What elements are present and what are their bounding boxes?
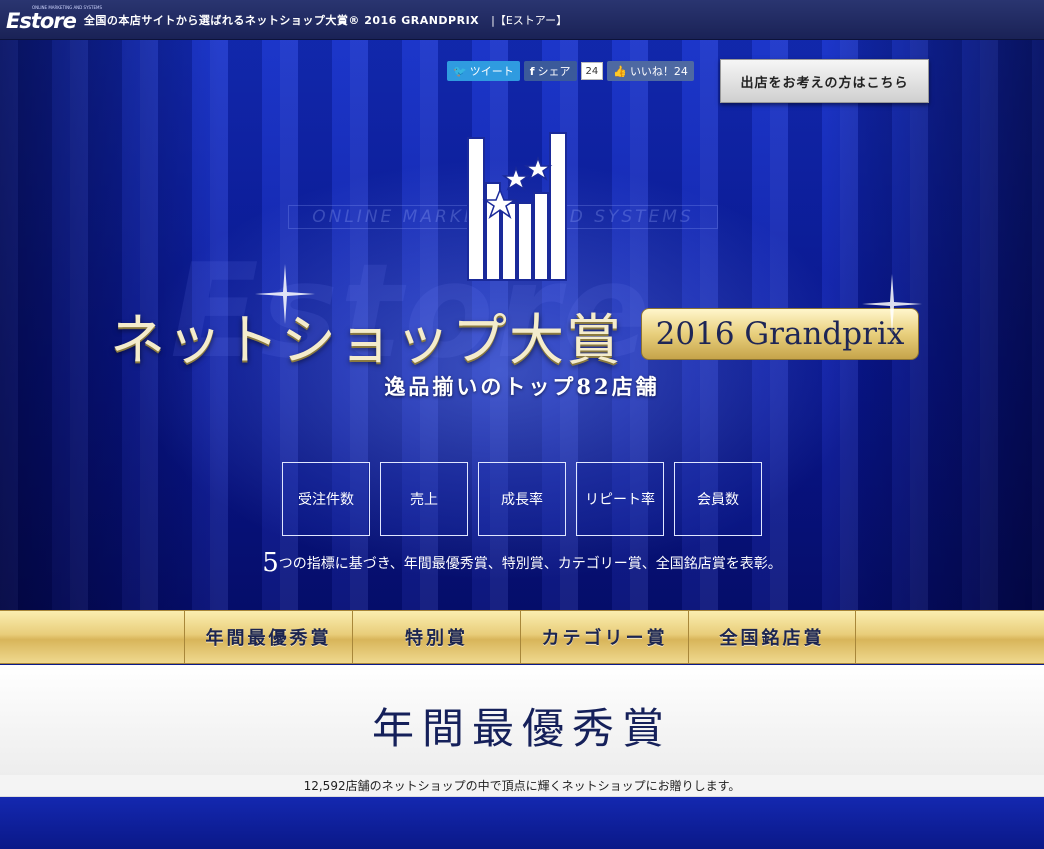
sparkle-icon	[255, 264, 315, 324]
social-buttons: 🐦 ツイート f シェア 24 👍 いいね！24	[447, 61, 694, 81]
section-title: 年間最優秀賞	[371, 704, 672, 753]
award-bars-logo-icon	[467, 132, 567, 281]
hero-caption: 5つの指標に基づき、年間最優秀賞、特別賞、カテゴリー賞、全国銘店賞を表彰。	[0, 548, 1044, 578]
caption-text: つの指標に基づき、年間最優秀賞、特別賞、カテゴリー賞、全国銘店賞を表彰。	[278, 556, 782, 572]
logo-subtext: ONLINE MARKETING AND SYSTEMS	[32, 5, 103, 10]
open-shop-button[interactable]: 出店をお考えの方はこちら	[720, 59, 929, 103]
header-tagline: 全国の本店サイトから選ばれるネットショップ大賞® 2016 GRANDPRIX	[83, 13, 480, 27]
hero-banner: Estore ONLINE MARKETING AND SYSTEMS 🐦 ツイ…	[0, 40, 1044, 610]
share-count: 24	[580, 62, 604, 80]
like-label: いいね！24	[629, 65, 688, 78]
facebook-like-button[interactable]: 👍 いいね！24	[607, 61, 694, 81]
metric-repeat: リピート率	[576, 462, 664, 536]
header-brand-link[interactable]: |【Eストアー】	[491, 12, 567, 28]
section-header: 年間最優秀賞	[0, 665, 1044, 775]
metric-growth: 成長率	[478, 462, 566, 536]
metrics-list: 受注件数 売上 成長率 リピート率 会員数	[282, 462, 762, 536]
twitter-bird-icon: 🐦	[453, 64, 467, 78]
tab-special-prize[interactable]: 特別賞	[352, 611, 520, 663]
thumbs-up-icon: 👍	[613, 64, 627, 78]
award-nav: 年間最優秀賞 特別賞 カテゴリー賞 全国銘店賞	[0, 610, 1044, 664]
facebook-icon: f	[529, 64, 535, 78]
caption-number: 5	[262, 548, 279, 578]
metric-orders: 受注件数	[282, 462, 370, 536]
share-label: シェア	[537, 65, 571, 78]
metric-sales: 売上	[380, 462, 468, 536]
tweet-label: ツイート	[469, 65, 514, 78]
tab-annual-grand-prize[interactable]: 年間最優秀賞	[184, 611, 352, 663]
site-header: ONLINE MARKETING AND SYSTEMS Estore 全国の本…	[0, 0, 1044, 40]
section-note: 12,592店舗のネットショップの中で頂点に輝くネットショップにお贈りします。	[0, 775, 1044, 797]
facebook-share-button[interactable]: f シェア	[523, 61, 577, 81]
estore-logo[interactable]: ONLINE MARKETING AND SYSTEMS Estore	[6, 6, 102, 33]
sparkle-icon	[862, 274, 922, 334]
metric-members: 会員数	[674, 462, 762, 536]
hero-subtitle: 逸品揃いのトップ82店舗	[384, 374, 660, 399]
tweet-button[interactable]: 🐦 ツイート	[447, 61, 520, 81]
hero-title: ネットショップ大賞	[110, 308, 624, 372]
tab-national-shop-prize[interactable]: 全国銘店賞	[688, 611, 856, 663]
logo-text: Estore	[6, 9, 77, 33]
tab-category-prize[interactable]: カテゴリー賞	[520, 611, 688, 663]
bottom-banner	[0, 797, 1044, 849]
